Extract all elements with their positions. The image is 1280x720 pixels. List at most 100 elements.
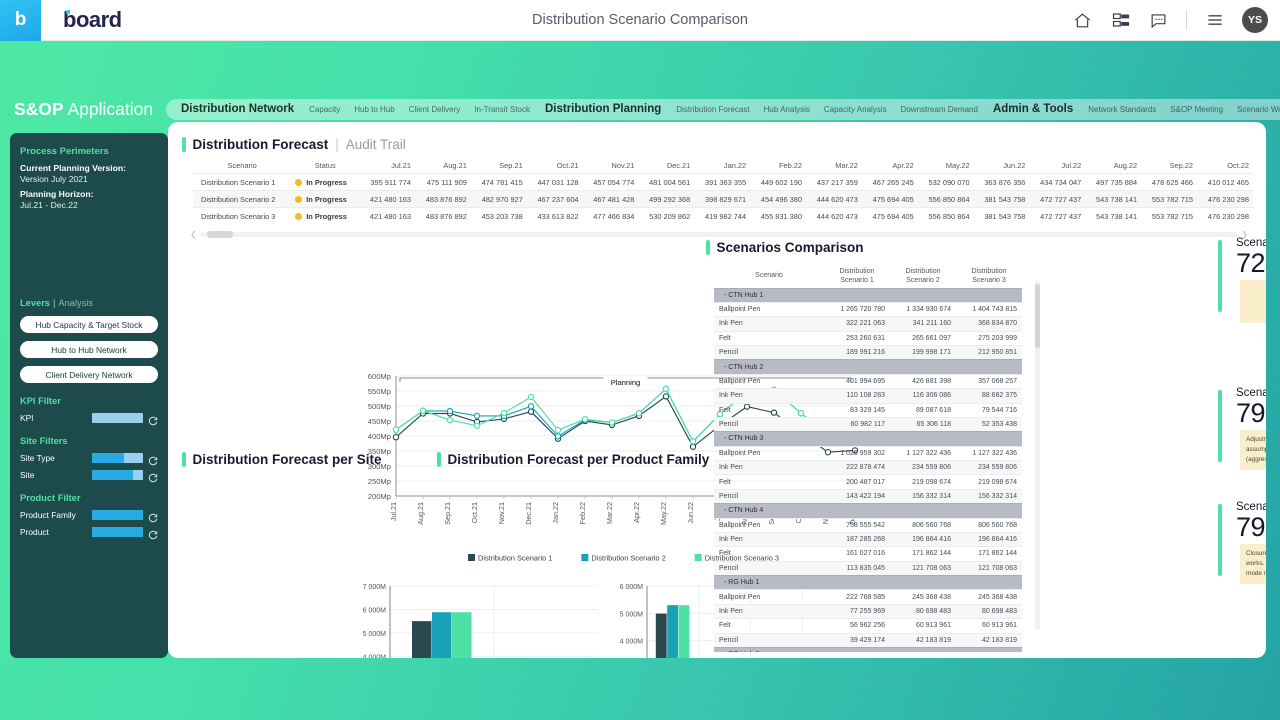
tab-capacity-analysis[interactable]: Capacity Analysis [817, 99, 894, 120]
comparison-group-row[interactable]: - CTN Hub 1 [714, 287, 1022, 303]
tab-distribution-planning[interactable]: Distribution Planning [537, 99, 669, 120]
comparison-value-cell: 156 332 314 [890, 488, 956, 504]
dashboard-icon[interactable] [1110, 10, 1131, 31]
comparison-group-row[interactable]: - CTN Hub 2 [714, 359, 1022, 375]
svg-text:Mar.22: Mar.22 [605, 502, 614, 524]
comparison-table-row[interactable]: Felt 83 329 145 89 087 618 79 544 716 [714, 402, 1022, 418]
tab-hub-analysis[interactable]: Hub Analysis [757, 99, 817, 120]
menu-icon[interactable] [1204, 10, 1225, 31]
scrollbar-thumb[interactable] [206, 231, 233, 238]
forecast-value-cell: 476 230 298 [1197, 207, 1253, 224]
svg-text:5 000M: 5 000M [620, 611, 644, 618]
scrollbar-track[interactable] [199, 231, 1239, 238]
comparison-value-cell: 245 368 438 [890, 589, 956, 605]
levers-tab[interactable]: Levers [20, 298, 50, 308]
tab-distribution-network[interactable]: Distribution Network [173, 99, 302, 120]
tab-capacity[interactable]: Capacity [302, 99, 347, 120]
comparison-vertical-scrollbar[interactable] [1035, 280, 1040, 630]
comparison-table-row[interactable]: Pencil 39 429 174 42 183 819 42 183 819 [714, 632, 1022, 648]
comparison-table-row[interactable]: Felt 253 260 631 265 661 097 275 203 999 [714, 330, 1022, 346]
tab-in-transit-stock[interactable]: In-Transit Stock [467, 99, 537, 120]
scenario-card-1[interactable]: Scenario 172,7% [1218, 237, 1266, 324]
board-logo-mark[interactable]: b [0, 0, 41, 41]
filter-reset-icon[interactable] [148, 527, 158, 540]
forecast-table-row[interactable]: Distribution Scenario 3 In Progress 421 48… [193, 207, 1253, 224]
comparison-table-row[interactable]: Pencil 60 982 117 65 306 118 52 353 438 [714, 416, 1022, 432]
comparison-table-row[interactable]: Ballpoint Pen 1 025 959 302 1 127 322 436 1… [714, 445, 1022, 461]
avatar[interactable]: YS [1242, 7, 1268, 33]
comparison-group-label: - RG Hub 2 [714, 646, 1022, 652]
comparison-group-row[interactable]: - RG Hub 2 [714, 646, 1022, 652]
forecast-value-cell: 499 292 368 [638, 190, 695, 208]
title-accent-bar [437, 452, 441, 467]
tab-client-delivery[interactable]: Client Delivery [402, 99, 468, 120]
tab-hub-to-hub[interactable]: Hub to Hub [347, 99, 401, 120]
forecast-value-cell: 543 738 141 [1085, 190, 1142, 208]
filter-slider[interactable] [91, 413, 143, 423]
svg-text:5 000M: 5 000M [363, 631, 387, 638]
scenarios-comparison-table[interactable]: Scenario Distribution Scenario 1 Distributi… [714, 266, 1034, 652]
tab-scenario-workflow[interactable]: Scenario Workflow [1230, 99, 1280, 120]
forecast-table-row[interactable]: Distribution Scenario 1 In Progress 395 91… [193, 173, 1253, 191]
lever-button-1[interactable]: Hub to Hub Network [20, 341, 158, 358]
comparison-table-row[interactable]: Ink Pen 322 221 063 341 211 160 368 834 870 [714, 316, 1022, 332]
comparison-value-cell: 196 864 416 [956, 531, 1022, 547]
comparison-table-row[interactable]: Pencil 143 422 194 156 332 314 156 332 314 [714, 488, 1022, 504]
filter-slider[interactable] [91, 527, 143, 537]
comparison-table-row[interactable]: Ballpoint Pen 758 555 542 806 560 768 806 5… [714, 517, 1022, 533]
lever-button-2[interactable]: Client Delivery Network [20, 366, 158, 383]
forecast-per-site-chart[interactable]: 0M1 000M2 000M3 000M4 000M5 000M6 000M7 … [350, 574, 602, 658]
filter-reset-icon[interactable] [148, 453, 158, 466]
comparison-table-row[interactable]: Ink Pen 222 878 474 234 559 806 234 559 806 [714, 459, 1022, 475]
forecast-value-cell: 444 620 473 [805, 207, 862, 224]
comparison-table-row[interactable]: Pencil 189 991 216 199 998 171 212 950 851 [714, 344, 1022, 360]
comparison-table-row[interactable]: Felt 56 962 256 60 913 961 60 913 961 [714, 618, 1022, 633]
comparison-scrollbar-thumb[interactable] [1035, 284, 1040, 348]
comparison-table-row[interactable]: Ink Pen 187 285 268 196 864 416 196 864 416 [714, 531, 1022, 547]
filter-reset-icon[interactable] [148, 413, 158, 426]
levers-separator: | [52, 298, 56, 308]
filter-slider[interactable] [91, 470, 143, 480]
comparison-group-row[interactable]: - CTN Hub 4 [714, 503, 1022, 518]
comparison-group-row[interactable]: - RG Hub 1 [714, 574, 1022, 590]
comparison-value-cell: 56 962 256 [824, 618, 890, 633]
comparison-table-row[interactable]: Ink Pen 77 255 969 80 698 483 80 698 483 [714, 603, 1022, 619]
comparison-table-row[interactable]: Felt 200 487 017 219 098 674 219 098 674 [714, 474, 1022, 490]
tab-distribution-forecast[interactable]: Distribution Forecast [669, 99, 756, 120]
comparison-value-cell: 758 555 542 [824, 517, 890, 533]
tab-downstream-demand[interactable]: Downstream Demand [894, 99, 985, 120]
comparison-table-row[interactable]: Pencil 113 835 045 121 708 063 121 708 063 [714, 560, 1022, 576]
comparison-table-row[interactable]: Ballpoint Pen 401 994 695 426 881 398 357 0… [714, 373, 1022, 389]
forecast-col-header: Jul.21 [391, 161, 411, 170]
comparison-group-row[interactable]: - CTN Hub 3 [714, 431, 1022, 447]
tab-s-op-meeting[interactable]: S&OP Meeting [1163, 99, 1230, 120]
home-icon[interactable] [1072, 10, 1093, 31]
tab-admin-tools[interactable]: Admin & Tools [985, 99, 1081, 120]
filter-reset-icon[interactable] [148, 510, 158, 523]
planning-version-label: Current Planning Version: [20, 163, 127, 173]
audit-trail-link[interactable]: Audit Trail [346, 137, 406, 152]
analysis-tab[interactable]: Analysis [58, 298, 93, 308]
scenario-card-2[interactable]: Scenario 279,4%Adjustment of the site ca… [1218, 387, 1266, 470]
comparison-table-row[interactable]: Ballpoint Pen 1 265 720 780 1 334 930 674 1… [714, 301, 1022, 317]
filter-slider[interactable] [91, 510, 143, 520]
lever-button-0[interactable]: Hub Capacity & Target Stock [20, 316, 158, 333]
forecast-value-cell: 449 602 190 [750, 173, 806, 191]
comparison-col-header: Scenario [755, 272, 783, 280]
forecast-horizontal-scrollbar[interactable]: ❮ ❯ [190, 230, 1248, 239]
comparison-product-name: Ink Pen [714, 531, 824, 547]
filter-slider[interactable] [91, 453, 143, 463]
comparison-group-label: - CTN Hub 2 [714, 359, 1022, 375]
chat-icon[interactable] [1148, 10, 1169, 31]
scenario-card-note: Closure of continental site 2 due to mod… [1240, 544, 1266, 584]
filter-reset-icon[interactable] [148, 470, 158, 483]
comparison-table-row[interactable]: Ink Pen 110 108 283 116 306 086 88 682 375 [714, 388, 1022, 403]
comparison-table-row[interactable]: Ballpoint Pen 222 768 585 245 368 438 245 3… [714, 589, 1022, 605]
scroll-left-arrow-icon[interactable]: ❮ [190, 230, 197, 239]
forecast-col-header: Jun.22 [1003, 161, 1026, 170]
comparison-value-cell: 234 559 806 [956, 459, 1022, 475]
scenario-card-3[interactable]: Scenario 379,2%Closure of continental si… [1218, 501, 1266, 584]
forecast-table-row[interactable]: Distribution Scenario 2 In Progress 421 48… [193, 190, 1253, 208]
comparison-table-row[interactable]: Felt 161 027 016 171 862 144 171 862 144 [714, 546, 1022, 562]
tab-network-standards[interactable]: Network Standards [1081, 99, 1163, 120]
